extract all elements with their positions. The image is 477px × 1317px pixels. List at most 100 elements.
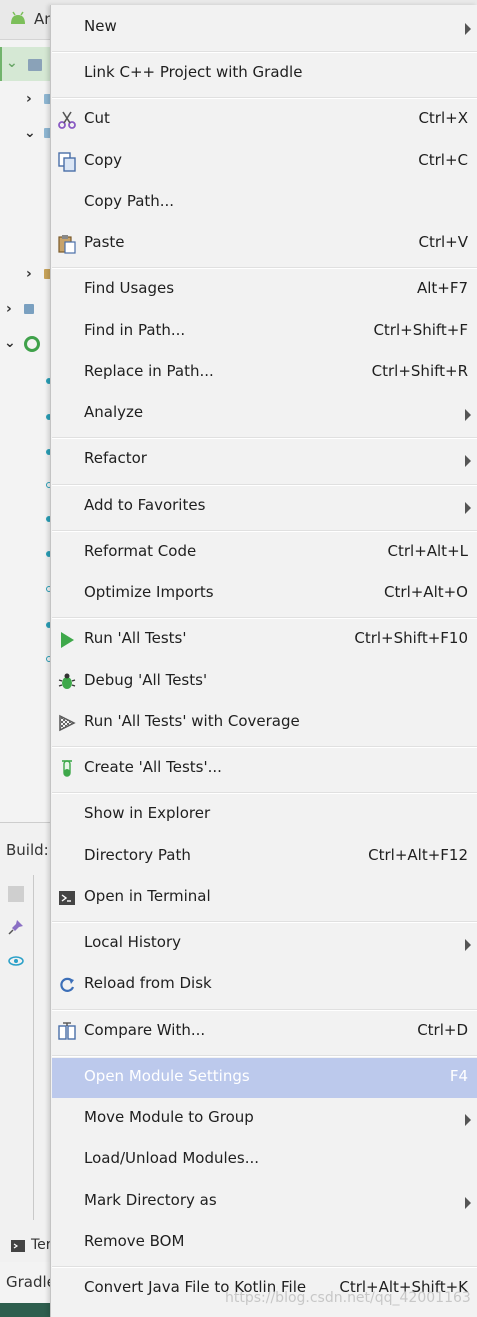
menu-item-label: Add to Favorites <box>84 496 206 514</box>
menu-separator <box>52 267 477 269</box>
menu-item-label: Debug 'All Tests' <box>84 671 208 689</box>
menu-item-analyze[interactable]: Analyze <box>52 394 477 434</box>
menu-item-remove-bom[interactable]: Remove BOM <box>52 1223 477 1263</box>
submenu-arrow-icon <box>465 502 471 514</box>
menu-item-label: Load/Unload Modules... <box>84 1149 260 1167</box>
menu-item-create-all-tests[interactable]: Create 'All Tests'... <box>52 749 477 789</box>
menu-item-run-all-tests-with-coverage[interactable]: Run 'All Tests' with Coverage <box>52 703 477 743</box>
menu-item-shortcut: Alt+F7 <box>416 279 468 297</box>
menu-item-shortcut: Ctrl+Alt+O <box>384 583 468 601</box>
menu-separator <box>52 746 477 748</box>
compare-icon <box>57 1022 77 1042</box>
menu-item-compare-with[interactable]: Compare With... Ctrl+D <box>52 1012 477 1052</box>
chevron-right-icon[interactable]: › <box>26 266 32 282</box>
menu-item-show-in-explorer[interactable]: Show in Explorer <box>52 795 477 835</box>
menu-item-label: Cut <box>84 109 110 127</box>
reload-icon <box>57 975 77 995</box>
menu-separator <box>52 51 477 53</box>
submenu-arrow-icon <box>465 1114 471 1126</box>
menu-item-shortcut: Ctrl+C <box>418 151 468 169</box>
menu-separator <box>52 437 477 439</box>
build-tool-window: Build: <box>0 822 50 1262</box>
menu-item-label: Show in Explorer <box>84 804 211 822</box>
submenu-arrow-icon <box>465 939 471 951</box>
menu-item-replace-in-path[interactable]: Replace in Path... Ctrl+Shift+R <box>52 353 477 393</box>
terminal-tab-label[interactable]: Ter <box>31 1237 52 1253</box>
menu-item-reformat-code[interactable]: Reformat Code Ctrl+Alt+L <box>52 533 477 573</box>
menu-separator <box>52 530 477 532</box>
menu-item-label: Copy Path... <box>84 192 175 210</box>
menu-separator <box>52 921 477 923</box>
gradle-tab-label[interactable]: Gradle <box>6 1273 56 1291</box>
test-tube-icon <box>57 759 77 779</box>
menu-item-add-to-favorites[interactable]: Add to Favorites <box>52 487 477 527</box>
chevron-right-icon[interactable]: › <box>26 91 32 107</box>
menu-item-find-usages[interactable]: Find Usages Alt+F7 <box>52 270 477 310</box>
menu-item-shortcut: Ctrl+Alt+F12 <box>368 846 468 864</box>
menu-item-label: Copy <box>84 151 123 169</box>
divider <box>33 875 34 1220</box>
menu-item-shortcut: Ctrl+Alt+L <box>387 542 469 560</box>
menu-item-copy[interactable]: Copy Ctrl+C <box>52 142 477 182</box>
menu-item-shortcut: F4 <box>449 1067 468 1085</box>
chevron-right-icon[interactable]: › <box>6 301 12 317</box>
menu-separator <box>52 1055 477 1057</box>
menu-item-load-unload-modules[interactable]: Load/Unload Modules... <box>52 1140 477 1180</box>
scissors-icon <box>57 110 77 130</box>
menu-item-move-module-to-group[interactable]: Move Module to Group <box>52 1099 477 1139</box>
menu-item-paste[interactable]: Paste Ctrl+V <box>52 224 477 264</box>
menu-item-open-in-terminal[interactable]: Open in Terminal <box>52 878 477 918</box>
folder-icon <box>28 59 42 71</box>
menu-item-label: New <box>84 17 117 35</box>
menu-item-label: Local History <box>84 933 182 951</box>
chevron-down-icon[interactable]: ⌄ <box>24 125 36 141</box>
menu-item-label: Create 'All Tests'... <box>84 758 222 776</box>
terminal-icon <box>57 888 77 908</box>
menu-item-mark-directory-as[interactable]: Mark Directory as <box>52 1182 477 1222</box>
gradle-scripts-icon <box>24 304 34 314</box>
copy-icon <box>57 152 77 172</box>
menu-item-label: Find in Path... <box>84 321 186 339</box>
chevron-down-icon[interactable]: ⌄ <box>4 335 16 351</box>
menu-item-refactor[interactable]: Refactor <box>52 440 477 480</box>
test-results-icon <box>24 336 40 352</box>
menu-item-label: Remove BOM <box>84 1232 185 1250</box>
menu-item-find-in-path[interactable]: Find in Path... Ctrl+Shift+F <box>52 312 477 352</box>
build-label: Build: <box>6 841 49 859</box>
menu-item-label: Reformat Code <box>84 542 197 560</box>
menu-item-directory-path[interactable]: Directory Path Ctrl+Alt+F12 <box>52 837 477 877</box>
menu-item-new[interactable]: New <box>52 8 477 48</box>
menu-separator <box>52 617 477 619</box>
menu-item-label: Compare With... <box>84 1021 206 1039</box>
menu-item-open-module-settings[interactable]: Open Module Settings F4 <box>52 1058 477 1098</box>
watermark: https://blog.csdn.net/qq_42001163 <box>225 1290 471 1306</box>
menu-separator <box>52 792 477 794</box>
menu-item-debug-all-tests[interactable]: Debug 'All Tests' <box>52 662 477 702</box>
menu-item-optimize-imports[interactable]: Optimize Imports Ctrl+Alt+O <box>52 574 477 614</box>
menu-item-label: Open in Terminal <box>84 887 211 905</box>
menu-item-reload-from-disk[interactable]: Reload from Disk <box>52 965 477 1005</box>
menu-item-cut[interactable]: Cut Ctrl+X <box>52 100 477 140</box>
run-icon <box>57 630 77 650</box>
chevron-down-icon[interactable]: ⌄ <box>6 55 18 71</box>
coverage-icon <box>57 713 77 733</box>
menu-item-shortcut: Ctrl+D <box>417 1021 468 1039</box>
menu-item-label: Paste <box>84 233 125 251</box>
menu-item-label: Optimize Imports <box>84 583 214 601</box>
stop-icon[interactable] <box>8 886 24 902</box>
eye-icon[interactable] <box>8 953 24 969</box>
menu-item-local-history[interactable]: Local History <box>52 924 477 964</box>
menu-item-label: Refactor <box>84 449 147 467</box>
terminal-tab-icon[interactable] <box>10 1238 26 1254</box>
status-bar <box>0 1303 50 1317</box>
menu-item-link-c-project-with-gradle[interactable]: Link C++ Project with Gradle <box>52 54 477 94</box>
menu-item-shortcut: Ctrl+V <box>418 233 468 251</box>
submenu-arrow-icon <box>465 1197 471 1209</box>
submenu-arrow-icon <box>465 455 471 467</box>
menu-item-label: Replace in Path... <box>84 362 214 380</box>
menu-item-label: Find Usages <box>84 279 175 297</box>
menu-item-copy-path[interactable]: Copy Path... <box>52 183 477 223</box>
pin-icon[interactable] <box>8 919 24 935</box>
menu-item-shortcut: Ctrl+X <box>418 109 468 127</box>
menu-item-run-all-tests[interactable]: Run 'All Tests' Ctrl+Shift+F10 <box>52 620 477 660</box>
